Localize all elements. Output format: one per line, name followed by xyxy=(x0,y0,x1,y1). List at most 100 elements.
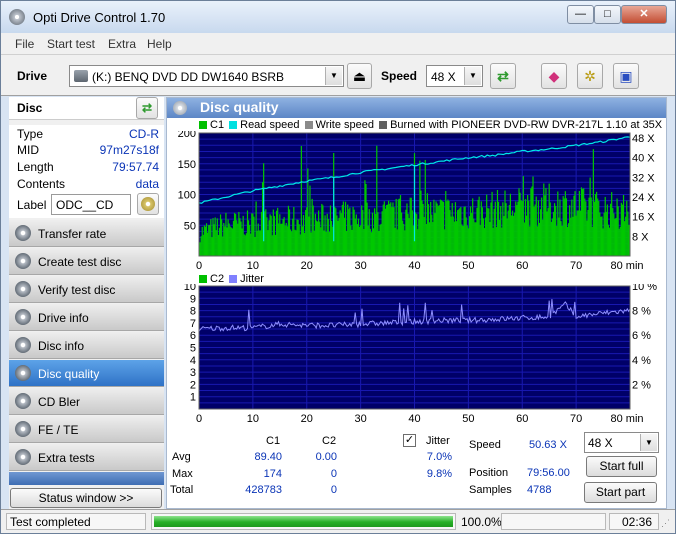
c1-bar xyxy=(615,217,617,256)
c1-bar xyxy=(281,223,283,256)
disc-icon xyxy=(15,225,31,241)
menu-file[interactable]: File xyxy=(15,37,34,51)
disc-icon xyxy=(15,449,31,465)
c1-bar xyxy=(510,215,513,256)
settings-button[interactable]: ✲ xyxy=(577,63,603,89)
stats-row-label: Avg xyxy=(172,451,191,463)
y-tick-label: 8 xyxy=(190,306,196,318)
stats-col-c1: C1 xyxy=(266,435,281,447)
c1-bar xyxy=(538,222,541,256)
c1-bar xyxy=(477,199,479,256)
c1-bar xyxy=(314,213,316,256)
c1-bar xyxy=(573,195,575,256)
c1-bar xyxy=(566,226,569,256)
c1-bar xyxy=(366,202,368,256)
disc-icon xyxy=(15,253,31,269)
top-chart-legend: C1 Read speed Write speed Burned with PI… xyxy=(199,119,662,131)
c1-bar xyxy=(527,195,529,256)
c1-bar xyxy=(469,206,472,256)
maximize-button[interactable]: □ xyxy=(594,5,621,24)
c1-bar xyxy=(499,219,501,256)
resize-grip-icon[interactable]: ⋰ xyxy=(661,518,670,529)
status-window-button[interactable]: Status window >> xyxy=(10,488,162,508)
c1-bar xyxy=(404,230,406,256)
nav-verify-test-disc[interactable]: Verify test disc xyxy=(9,276,164,303)
x-tick-label: 0 xyxy=(196,413,202,424)
menu-help[interactable]: Help xyxy=(147,37,172,51)
nav-transfer-rate[interactable]: Transfer rate xyxy=(9,220,164,247)
speed-label: Speed xyxy=(469,439,501,451)
nav-extra-tests[interactable]: Extra tests xyxy=(9,444,164,471)
test-speed-select[interactable]: 48 X ▼ xyxy=(584,432,659,453)
eject-button[interactable]: ⏏ xyxy=(347,63,372,89)
c1-bar xyxy=(339,210,341,256)
nav-disc-quality[interactable]: Disc quality xyxy=(9,360,164,387)
c1-bar xyxy=(483,228,486,256)
nav-create-test-disc[interactable]: Create test disc xyxy=(9,248,164,275)
disc-label-input[interactable]: ODC__CD xyxy=(51,194,131,215)
c1-bar xyxy=(410,197,412,256)
c1-bar xyxy=(209,224,211,256)
c1-bar xyxy=(520,200,522,256)
c1-bar xyxy=(509,193,511,256)
disc-icon xyxy=(15,365,31,381)
refresh-button[interactable]: ⇄ xyxy=(490,63,516,89)
c1-bar xyxy=(205,223,208,256)
menu-extra[interactable]: Extra xyxy=(108,37,136,51)
stats-total-c1: 428783 xyxy=(245,484,282,496)
c1-bar xyxy=(482,218,485,256)
c1-bar xyxy=(267,230,269,256)
c1-bar xyxy=(400,212,403,256)
legend-label: Burned with PIONEER DVD-RW DVR-217L 1.10… xyxy=(390,119,663,131)
speed-select[interactable]: 48 X ▼ xyxy=(426,65,483,87)
c1-bar xyxy=(562,196,564,256)
c1-bar xyxy=(241,228,243,256)
c1-bar xyxy=(628,224,630,256)
nav-disc-info[interactable]: Disc info xyxy=(9,332,164,359)
c1-bar xyxy=(575,215,577,256)
legend-swatch xyxy=(229,275,238,284)
title-bar[interactable]: Opti Drive Control 1.70 — □ ✕ xyxy=(1,1,675,33)
c1-bar xyxy=(564,191,566,256)
drive-select[interactable]: (K:) BENQ DVD DD DW1640 BSRB ▼ xyxy=(69,65,344,87)
erase-button[interactable]: ◆ xyxy=(541,63,567,89)
c1-bar xyxy=(441,201,444,256)
field-key: Length xyxy=(17,160,54,174)
nav-fe-te[interactable]: FE / TE xyxy=(9,416,164,443)
c1-bar xyxy=(271,235,273,256)
jitter-checkbox[interactable]: ✓ xyxy=(403,434,416,447)
menu-start-test[interactable]: Start test xyxy=(47,37,95,51)
y2-tick-label: 40 X xyxy=(632,153,655,165)
save-button[interactable]: ▣ xyxy=(613,63,639,89)
start-part-button[interactable]: Start part xyxy=(584,482,657,503)
c1-bar xyxy=(217,235,219,256)
elapsed-time: 02:36 xyxy=(621,515,652,529)
nav-drive-info[interactable]: Drive info xyxy=(9,304,164,331)
c1-bar xyxy=(306,207,308,256)
c1-bar xyxy=(563,198,565,256)
start-full-button[interactable]: Start full xyxy=(586,456,657,477)
apply-label-button[interactable] xyxy=(137,193,159,215)
close-button[interactable]: ✕ xyxy=(621,5,667,24)
c1-bar xyxy=(378,230,380,256)
check-icon: ✓ xyxy=(404,434,415,446)
samples-label: Samples xyxy=(469,484,512,496)
disc-refresh-button[interactable]: ⇄ xyxy=(136,97,158,119)
c1-bar xyxy=(436,203,438,256)
c1-bar xyxy=(371,212,374,256)
c1-bar xyxy=(214,217,216,256)
y-tick-label: 100 xyxy=(178,190,196,202)
c1-bar xyxy=(222,236,224,256)
nav-cd-bler[interactable]: CD Bler xyxy=(9,388,164,415)
c1-bar xyxy=(412,225,415,256)
status-text: Test completed xyxy=(10,515,91,529)
c1-bar xyxy=(580,187,583,256)
c1-bar xyxy=(452,216,454,256)
c1-bar xyxy=(212,218,214,256)
disc-quality-panel: Disc quality C1 Read speed Write speed B… xyxy=(166,97,667,509)
c1-bar xyxy=(442,201,445,256)
c1-bar xyxy=(450,216,452,256)
c1-bar xyxy=(486,194,488,256)
y-tick-label: 4 xyxy=(190,355,196,367)
minimize-button[interactable]: — xyxy=(567,5,594,24)
